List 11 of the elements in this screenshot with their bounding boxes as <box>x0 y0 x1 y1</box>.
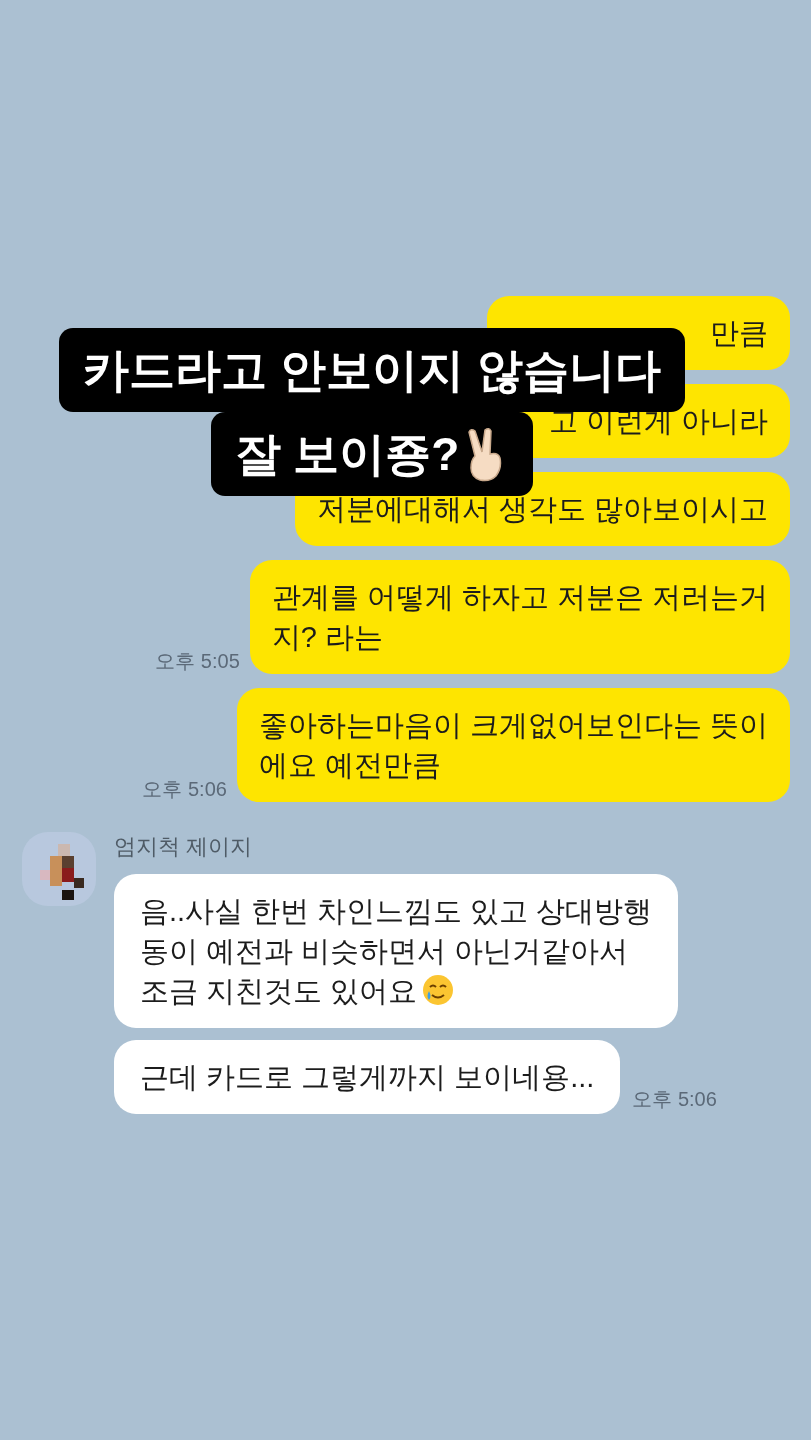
sent-message-bubble: 좋아하는마음이 크게없어보인다는 뜻이 에요 예전만큼 <box>236 688 790 802</box>
caption-text: 잘 보이죵? <box>210 412 534 496</box>
message-time: 오후 5:05 <box>155 649 240 674</box>
caption-text: 카드라고 안보이지 않습니다 <box>59 328 685 412</box>
message-time: 오후 5:06 <box>632 1087 717 1112</box>
received-message-bubble: 근데 카드로 그렇게까지 보이네용... <box>114 1040 621 1114</box>
message-time: 오후 5:06 <box>142 777 227 802</box>
received-message-bubble: 음..사실 한번 차인느낌도 있고 상대방행 동이 예전과 비슷하면서 아닌거같아서 조금 지친것도 있어요 <box>114 874 679 1028</box>
sent-message-bubble: 관계를 어떻게 하자고 저분은 저러는거 지? 라는 <box>249 560 790 674</box>
smiling-tear-face-icon <box>421 973 456 1007</box>
sender-name: 엄지척 제이지 <box>114 833 254 861</box>
